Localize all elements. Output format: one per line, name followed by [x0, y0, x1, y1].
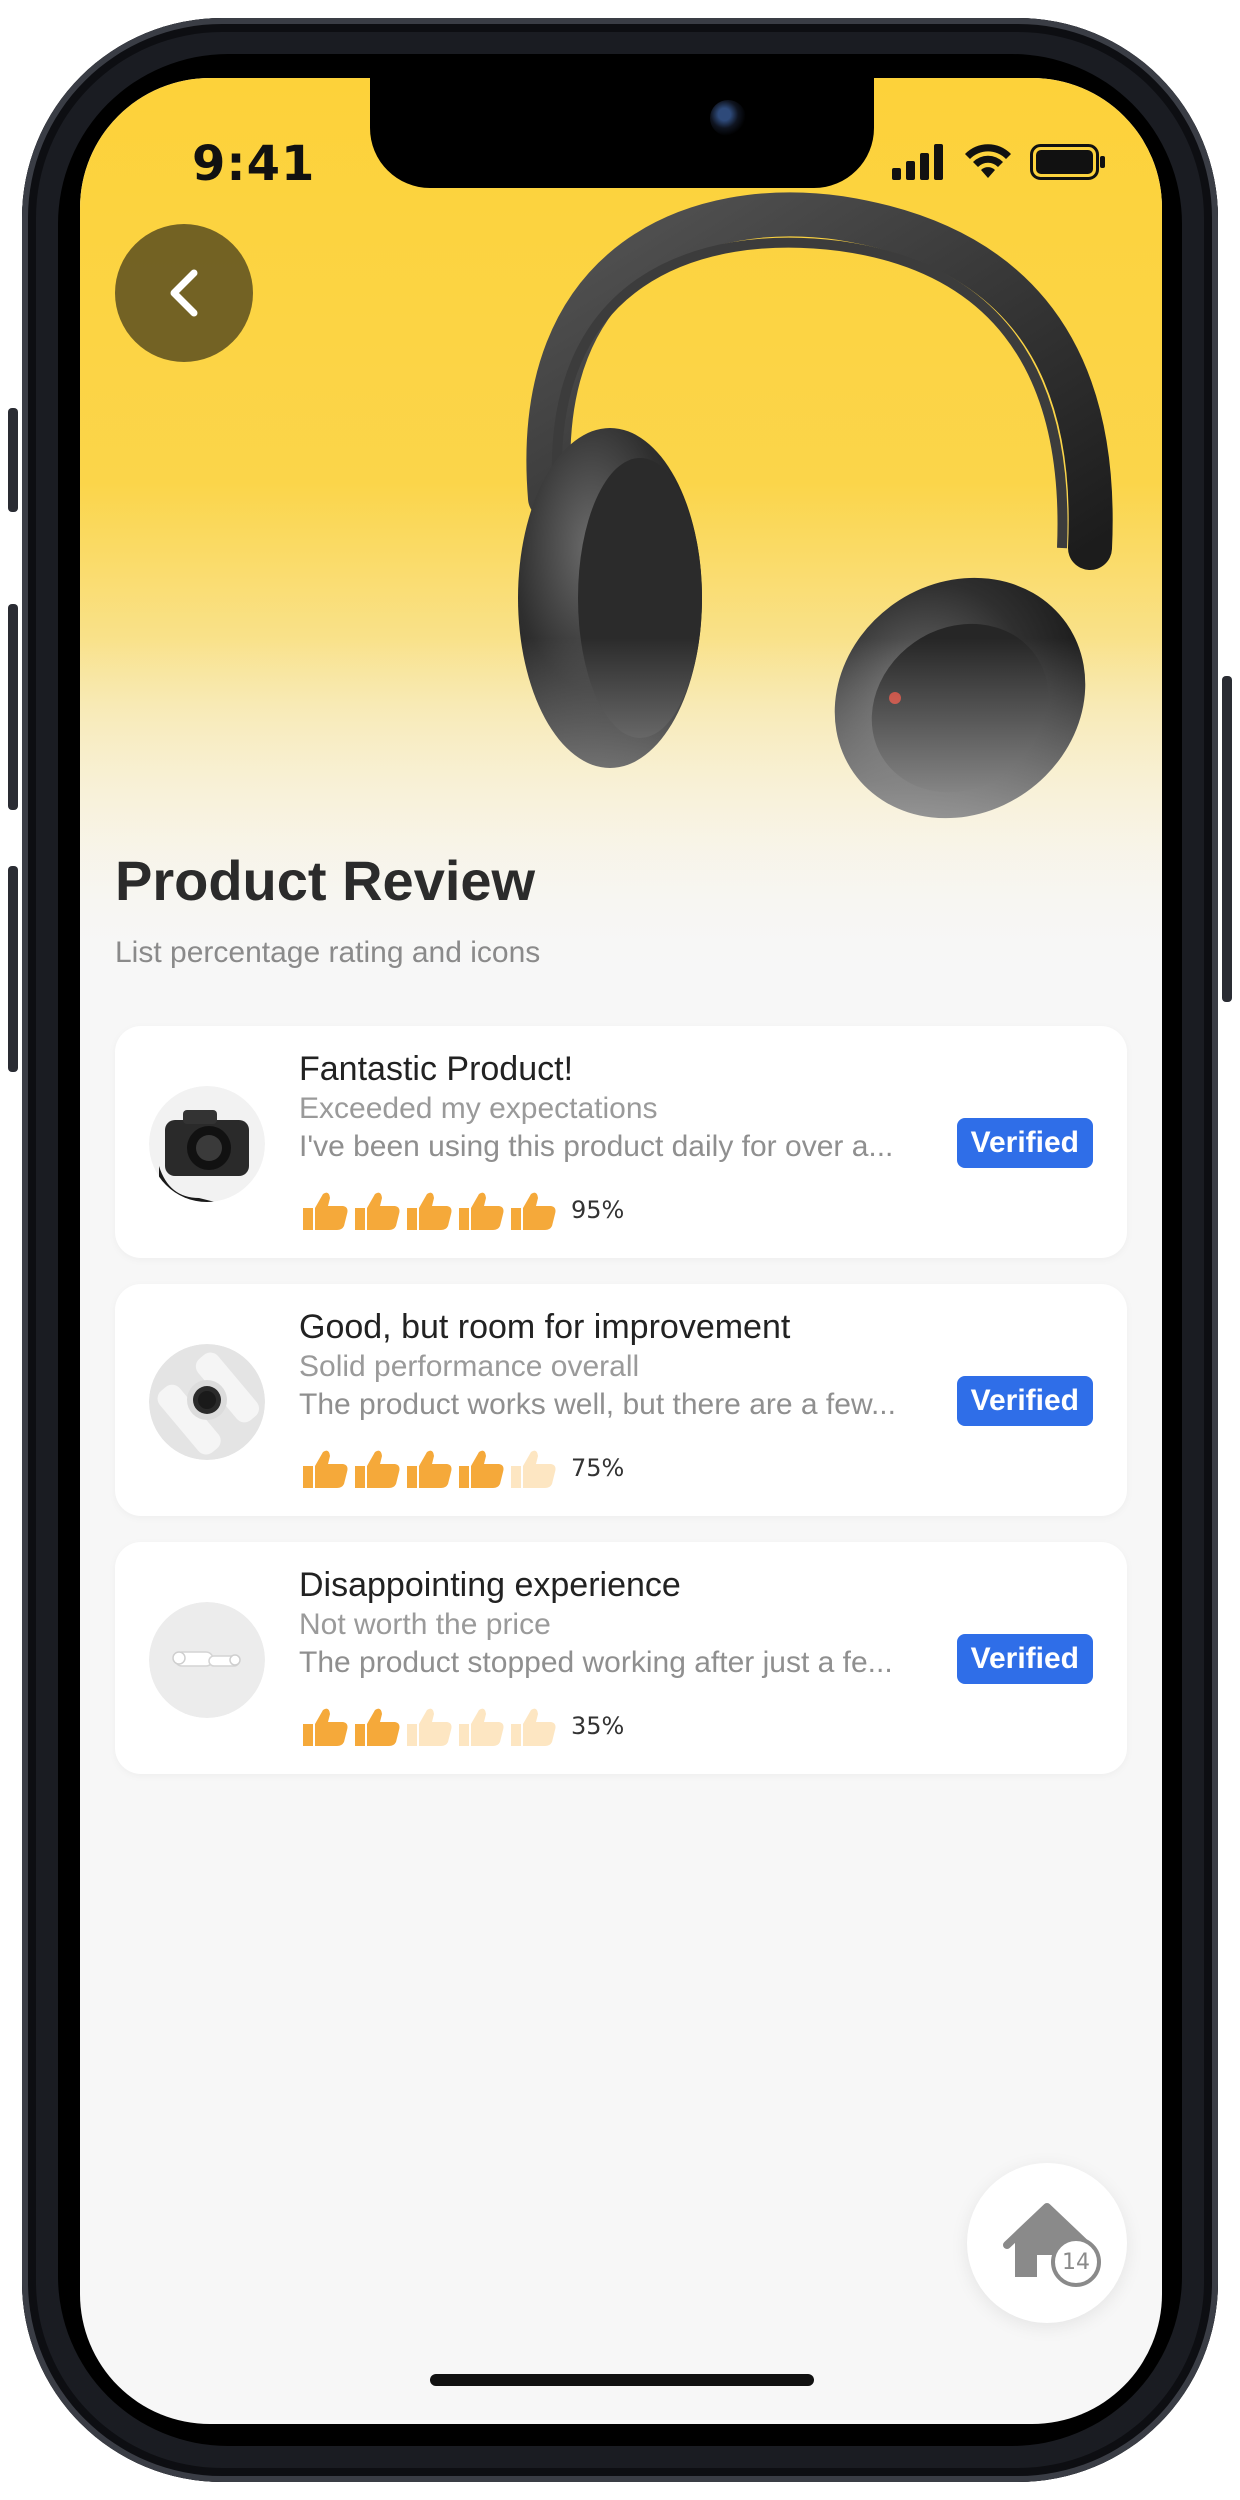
thumbs-up-empty-icon — [511, 1708, 556, 1746]
thumbs-up-filled-icon — [459, 1192, 504, 1230]
verified-badge: Verified — [956, 1118, 1093, 1168]
battery-icon — [1030, 144, 1105, 180]
thumbs-up-filled-icon — [303, 1450, 348, 1488]
rating-percent: 75% — [571, 1454, 625, 1482]
review-title: Fantastic Product! — [299, 1050, 574, 1088]
review-subtitle: Solid performance overall — [299, 1350, 640, 1383]
cellular-signal-icon — [892, 144, 943, 180]
home-icon — [1003, 2203, 1091, 2277]
verified-badge: Verified — [956, 1634, 1093, 1684]
rating-row: 95% — [299, 1188, 624, 1232]
hero-banner — [80, 78, 1162, 998]
thumbs-up-filled-icon — [303, 1708, 348, 1746]
review-body: The product stopped working after just a… — [299, 1646, 893, 1679]
wifi-icon — [965, 144, 1011, 178]
camera-photo — [149, 1086, 265, 1202]
home-indicator — [430, 2374, 814, 2386]
notification-badge: 14 — [1051, 2237, 1101, 2287]
review-card[interactable]: Fantastic Product! Exceeded my expectati… — [115, 1026, 1127, 1258]
thumbs-up-filled-icon — [407, 1450, 452, 1488]
thumbs-up-filled-icon — [303, 1192, 348, 1230]
review-body: I've been using this product daily for o… — [299, 1130, 894, 1163]
review-subtitle: Not worth the price — [299, 1608, 551, 1641]
volume-up-button — [8, 604, 18, 810]
thumbs-up-filled-icon — [355, 1450, 400, 1488]
home-fab-button[interactable]: 14 — [967, 2163, 1127, 2323]
thumbs-up-filled-icon — [511, 1192, 556, 1230]
thumbs-up-empty-icon — [511, 1450, 556, 1488]
dynamic-notch — [370, 78, 874, 188]
page-subtitle: List percentage rating and icons — [115, 936, 541, 969]
verified-badge: Verified — [956, 1376, 1093, 1426]
front-camera — [710, 100, 746, 136]
power-button — [1222, 676, 1232, 1002]
app-screen: 9:41 Product Review List percentage rati… — [80, 78, 1162, 2424]
rating-percent: 95% — [571, 1196, 625, 1224]
thumbs-up-empty-icon — [407, 1708, 452, 1746]
mute-switch — [8, 408, 18, 512]
review-card[interactable]: Good, but room for improvement Solid per… — [115, 1284, 1127, 1516]
review-title: Good, but room for improvement — [299, 1308, 791, 1346]
back-button[interactable] — [115, 224, 253, 362]
review-title: Disappointing experience — [299, 1566, 681, 1604]
rating-row: 35% — [299, 1704, 624, 1748]
review-body: The product works well, but there are a … — [299, 1388, 896, 1421]
status-time: 9:41 — [192, 136, 316, 192]
page-title: Product Review — [115, 849, 536, 912]
thumbs-up-filled-icon — [355, 1192, 400, 1230]
review-card[interactable]: Disappointing experience Not worth the p… — [115, 1542, 1127, 1774]
earbuds-photo — [149, 1602, 265, 1718]
status-icons — [892, 144, 1106, 180]
thumbs-up-empty-icon — [459, 1708, 504, 1746]
rating-row: 75% — [299, 1446, 624, 1490]
smartwatch-photo — [149, 1344, 265, 1460]
review-subtitle: Exceeded my expectations — [299, 1092, 658, 1125]
notification-count: 14 — [1062, 2249, 1090, 2275]
volume-down-button — [8, 866, 18, 1072]
thumbs-up-filled-icon — [407, 1192, 452, 1230]
thumbs-up-filled-icon — [355, 1708, 400, 1746]
thumbs-up-filled-icon — [459, 1450, 504, 1488]
rating-percent: 35% — [571, 1712, 625, 1740]
chevron-left-icon — [170, 269, 198, 317]
